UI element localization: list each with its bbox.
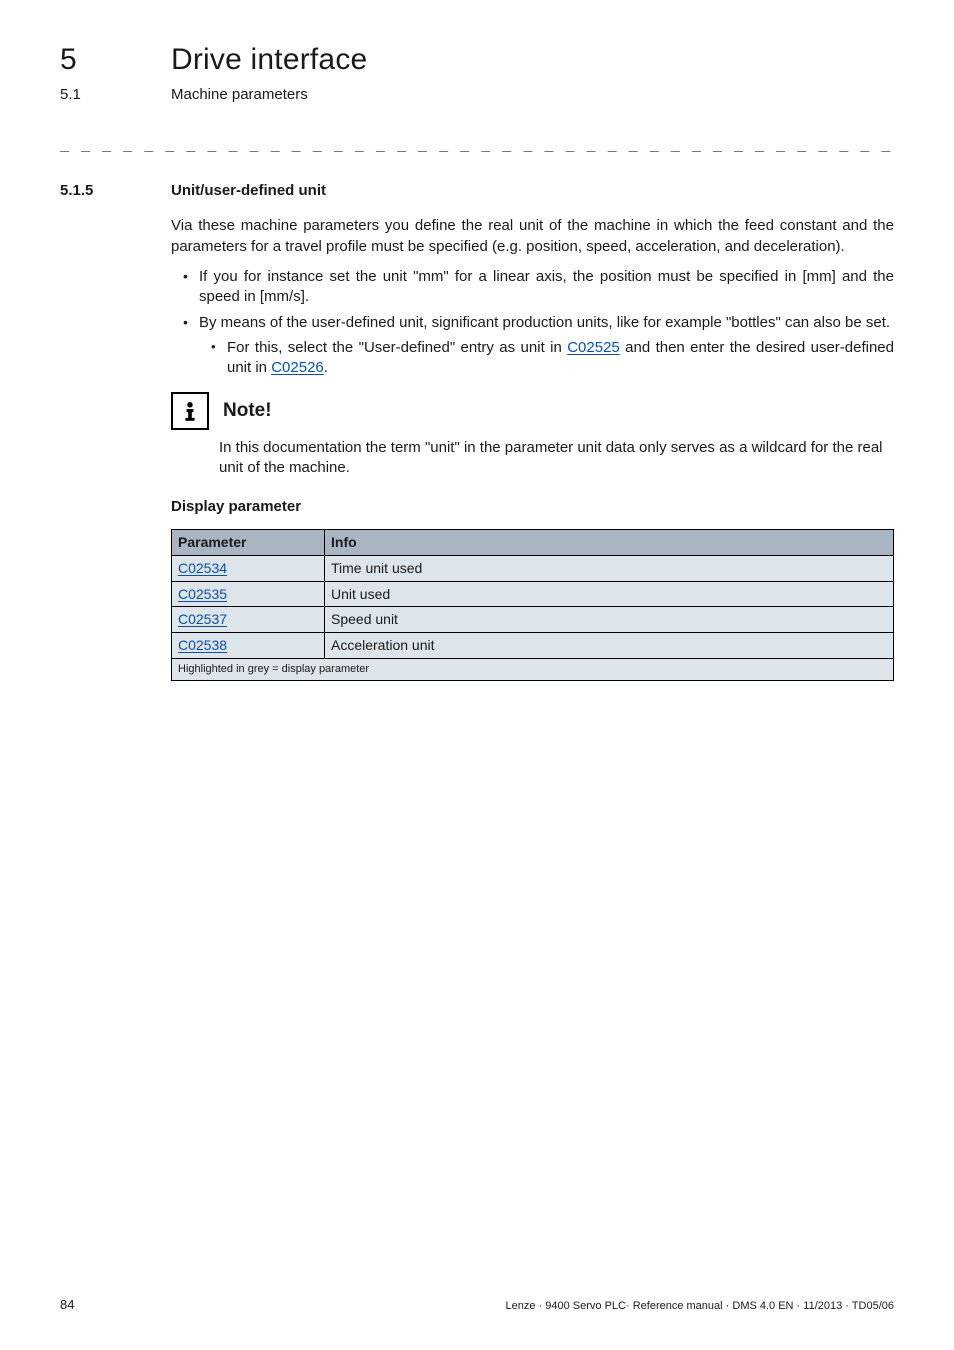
link-c02525[interactable]: C02525	[567, 339, 620, 356]
table-row: C02538 Acceleration unit	[172, 633, 894, 659]
table-cell-info: Speed unit	[325, 607, 894, 633]
link-c02535[interactable]: C02535	[178, 586, 227, 602]
table-cell-info: Unit used	[325, 581, 894, 607]
list-item: By means of the user-defined unit, signi…	[187, 313, 894, 378]
chapter-title: Drive interface	[171, 40, 367, 81]
sub-bullet-suffix: .	[324, 359, 328, 376]
parameter-table: Parameter Info C02534 Time unit used C02…	[171, 529, 894, 681]
section-title: Unit/user-defined unit	[171, 181, 326, 201]
note-text: In this documentation the term "unit" in…	[219, 438, 894, 479]
link-c02538[interactable]: C02538	[178, 637, 227, 653]
table-row: C02534 Time unit used	[172, 555, 894, 581]
bullet-text: If you for instance set the unit "mm" fo…	[199, 268, 894, 305]
footer-meta: Lenze · 9400 Servo PLC· Reference manual…	[506, 1299, 894, 1314]
subsection-number: 5.1	[60, 85, 115, 105]
page-number: 84	[60, 1296, 74, 1314]
link-c02526[interactable]: C02526	[271, 359, 324, 376]
table-cell-info: Time unit used	[325, 555, 894, 581]
table-header-parameter: Parameter	[172, 529, 325, 555]
table-footnote: Highlighted in grey = display parameter	[172, 659, 894, 681]
chapter-number: 5	[60, 40, 115, 81]
list-item: If you for instance set the unit "mm" fo…	[187, 267, 894, 308]
table-row: C02537 Speed unit	[172, 607, 894, 633]
section-intro: Via these machine parameters you define …	[171, 216, 894, 257]
bullet-text: By means of the user-defined unit, signi…	[199, 314, 890, 331]
separator: _ _ _ _ _ _ _ _ _ _ _ _ _ _ _ _ _ _ _ _ …	[60, 133, 894, 153]
table-header-info: Info	[325, 529, 894, 555]
table-cell-info: Acceleration unit	[325, 633, 894, 659]
table-row: C02535 Unit used	[172, 581, 894, 607]
note-label: Note!	[223, 398, 272, 424]
list-item: For this, select the "User-defined" entr…	[215, 338, 894, 379]
table-footnote-row: Highlighted in grey = display parameter	[172, 659, 894, 681]
section-number: 5.1.5	[60, 181, 115, 201]
link-c02537[interactable]: C02537	[178, 611, 227, 627]
info-icon	[171, 392, 209, 430]
subsection-title: Machine parameters	[171, 85, 308, 105]
link-c02534[interactable]: C02534	[178, 560, 227, 576]
display-parameter-heading: Display parameter	[171, 497, 894, 517]
sub-bullet-prefix: For this, select the "User-defined" entr…	[227, 339, 567, 356]
